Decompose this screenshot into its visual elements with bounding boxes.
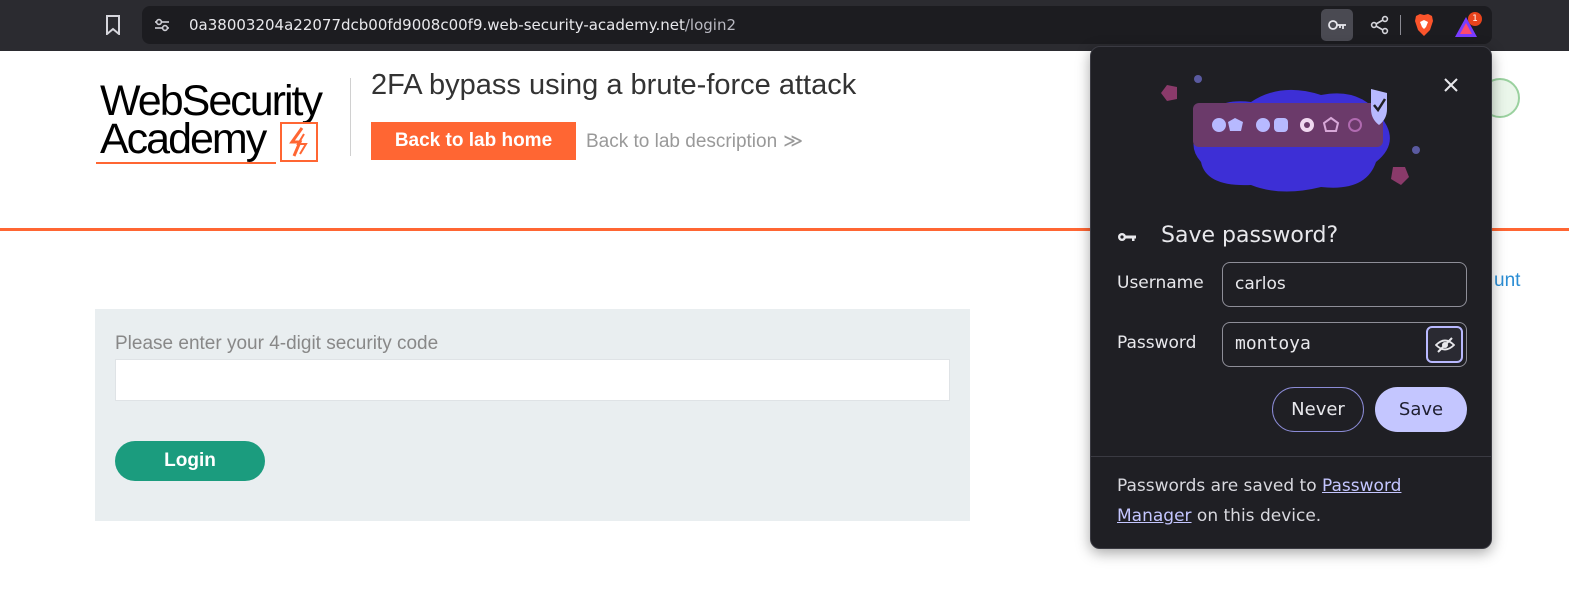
my-account-link[interactable]: unt bbox=[1494, 270, 1520, 292]
save-password-dialog: Save password? Username carlos Password … bbox=[1090, 46, 1492, 549]
web-security-academy-logo[interactable]: WebSecurity Academy bbox=[96, 78, 346, 168]
save-button[interactable]: Save bbox=[1375, 387, 1467, 432]
share-icon[interactable] bbox=[1368, 13, 1392, 37]
password-label: Password bbox=[1117, 333, 1197, 353]
toolbar-divider bbox=[1400, 15, 1401, 35]
back-to-lab-home-button[interactable]: Back to lab home bbox=[371, 122, 576, 160]
key-icon bbox=[1117, 227, 1137, 247]
security-code-form: Please enter your 4-digit security code … bbox=[95, 309, 970, 521]
security-code-label: Please enter your 4-digit security code bbox=[115, 333, 439, 354]
password-value: montoya bbox=[1235, 333, 1311, 354]
login-button[interactable]: Login bbox=[115, 441, 265, 481]
logo-underline bbox=[96, 162, 276, 164]
url-host: 0a38003204a22077dcb00fd9008c00f9.web-sec… bbox=[189, 16, 685, 34]
password-field[interactable]: montoya bbox=[1222, 322, 1467, 367]
brave-shields-icon[interactable] bbox=[1412, 12, 1436, 38]
password-manager-footer: Passwords are saved to Password Manager … bbox=[1117, 471, 1467, 531]
url-path: /login2 bbox=[684, 16, 736, 34]
brave-rewards-icon[interactable]: 1 bbox=[1453, 12, 1482, 40]
double-chevron-icon: ≫ bbox=[783, 131, 804, 152]
security-code-input[interactable] bbox=[115, 359, 950, 401]
rewards-badge: 1 bbox=[1468, 12, 1482, 26]
username-field[interactable]: carlos bbox=[1222, 262, 1467, 307]
site-info-icon[interactable] bbox=[152, 14, 172, 36]
close-icon[interactable] bbox=[1439, 73, 1463, 97]
address-bar[interactable]: 0a38003204a22077dcb00fd9008c00f9.web-sec… bbox=[142, 6, 1492, 44]
lightning-bolt-icon bbox=[280, 122, 318, 162]
header-divider bbox=[350, 78, 351, 156]
bookmark-icon[interactable] bbox=[103, 13, 123, 37]
hide-password-icon[interactable] bbox=[1426, 326, 1463, 363]
password-illustration bbox=[1151, 67, 1431, 217]
username-label: Username bbox=[1117, 273, 1204, 293]
back-description-label: Back to lab description bbox=[586, 131, 778, 152]
footer-suffix: on this device. bbox=[1191, 506, 1322, 526]
never-button[interactable]: Never bbox=[1272, 387, 1364, 432]
popup-divider bbox=[1091, 456, 1491, 457]
logo-text-line2: Academy bbox=[100, 115, 267, 163]
username-value: carlos bbox=[1235, 274, 1286, 294]
browser-toolbar: 0a38003204a22077dcb00fd9008c00f9.web-sec… bbox=[0, 0, 1569, 51]
key-icon[interactable] bbox=[1321, 9, 1353, 41]
back-to-lab-description-link[interactable]: Back to lab description ≫ bbox=[586, 130, 803, 153]
url-text[interactable]: 0a38003204a22077dcb00fd9008c00f9.web-sec… bbox=[189, 16, 736, 34]
save-password-title: Save password? bbox=[1161, 223, 1339, 248]
lab-title: 2FA bypass using a brute-force attack bbox=[371, 69, 857, 101]
footer-prefix: Passwords are saved to bbox=[1117, 476, 1323, 496]
